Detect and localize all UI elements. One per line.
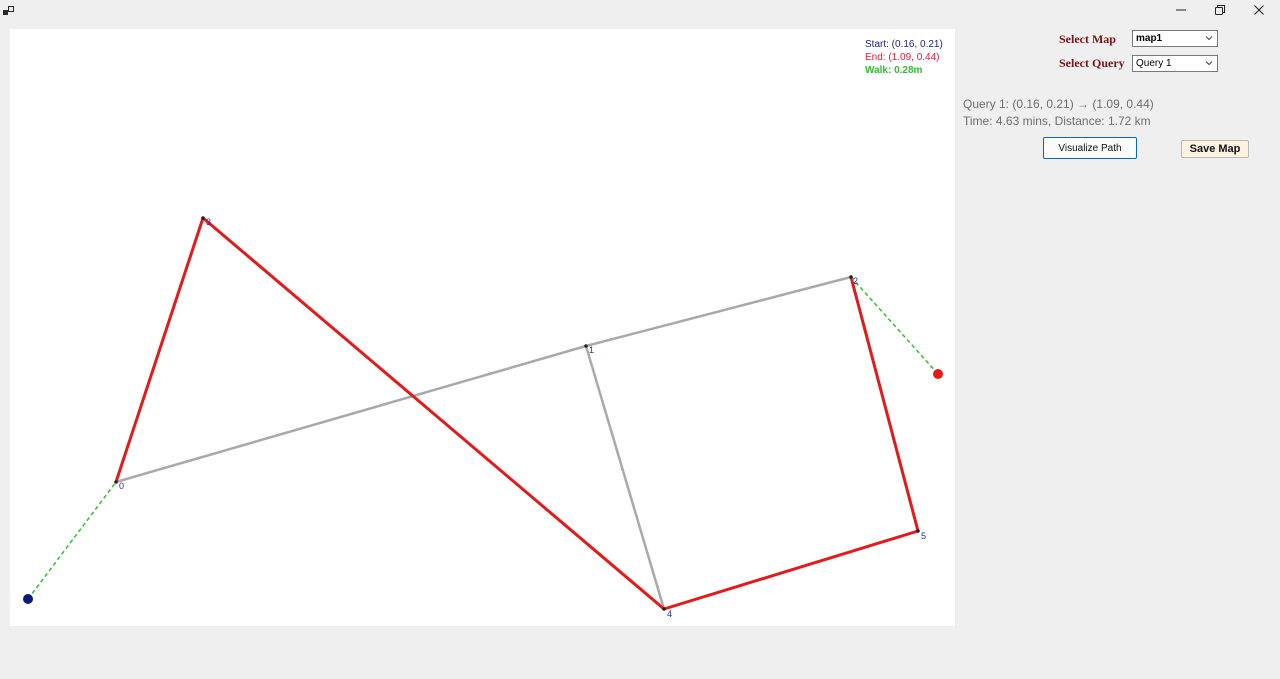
node-label-3: 3	[206, 217, 211, 227]
node-0	[114, 480, 118, 484]
node-4	[662, 607, 666, 611]
close-button[interactable]	[1239, 0, 1279, 20]
path-edge-0-3	[114, 217, 205, 483]
node-1	[584, 344, 588, 348]
title-bar	[0, 0, 1280, 22]
save-map-button[interactable]: Save Map	[1181, 140, 1249, 158]
edge-1-4	[584, 345, 666, 610]
select-map-dropdown[interactable]: map1	[1132, 30, 1218, 47]
edge-1-2	[585, 275, 852, 348]
minimize-icon	[1176, 9, 1186, 11]
walk-start-segment	[27, 481, 117, 600]
summary-line: Time: 4.63 mins, Distance: 1.72 km	[963, 114, 1151, 128]
close-icon	[1254, 5, 1264, 15]
chevron-down-icon	[1205, 36, 1213, 41]
select-map-label: Select Map	[1059, 32, 1116, 46]
edge-0-1	[115, 344, 587, 484]
query-info: Query 1: (0.16, 0.21) → (1.09, 0.44) Tim…	[963, 96, 1154, 130]
app-window: 0 1 2 3 4 5 Start: (0.16, 0.21) End: (1.…	[0, 0, 1280, 679]
node-label-0: 0	[119, 481, 124, 491]
visualize-path-button[interactable]: Visualize Path	[1043, 137, 1137, 159]
app-icon	[3, 4, 15, 16]
path-edge-3-4	[202, 216, 665, 611]
query-line: Query 1: (0.16, 0.21) → (1.09, 0.44)	[963, 97, 1154, 111]
restore-icon	[1215, 5, 1225, 15]
chevron-down-icon	[1205, 61, 1213, 66]
node-label-2: 2	[853, 276, 858, 286]
legend-end: End: (1.09, 0.44)	[865, 52, 940, 63]
node-label-5: 5	[921, 531, 926, 541]
node-label-1: 1	[589, 345, 594, 355]
legend-start: Start: (0.16, 0.21)	[865, 39, 943, 50]
end-marker	[933, 369, 943, 379]
map-legend: Start: (0.16, 0.21) End: (1.09, 0.44) Wa…	[865, 38, 943, 77]
node-3	[201, 216, 205, 220]
node-label-4: 4	[667, 609, 672, 619]
node-5	[916, 529, 920, 533]
start-marker	[23, 594, 33, 604]
legend-walk: Walk: 0.28m	[865, 65, 923, 76]
select-query-dropdown[interactable]: Query 1	[1132, 55, 1218, 72]
select-map-value: map1	[1136, 33, 1163, 44]
select-query-label: Select Query	[1059, 56, 1125, 70]
restore-button[interactable]	[1200, 0, 1240, 20]
map-graph: 0 1 2 3 4 5	[23, 216, 943, 619]
minimize-button[interactable]	[1161, 0, 1201, 20]
path-edge-4-5	[663, 529, 919, 611]
map-canvas[interactable]: 0 1 2 3 4 5 Start: (0.16, 0.21) End: (1.…	[10, 29, 955, 626]
select-query-value: Query 1	[1136, 58, 1172, 69]
